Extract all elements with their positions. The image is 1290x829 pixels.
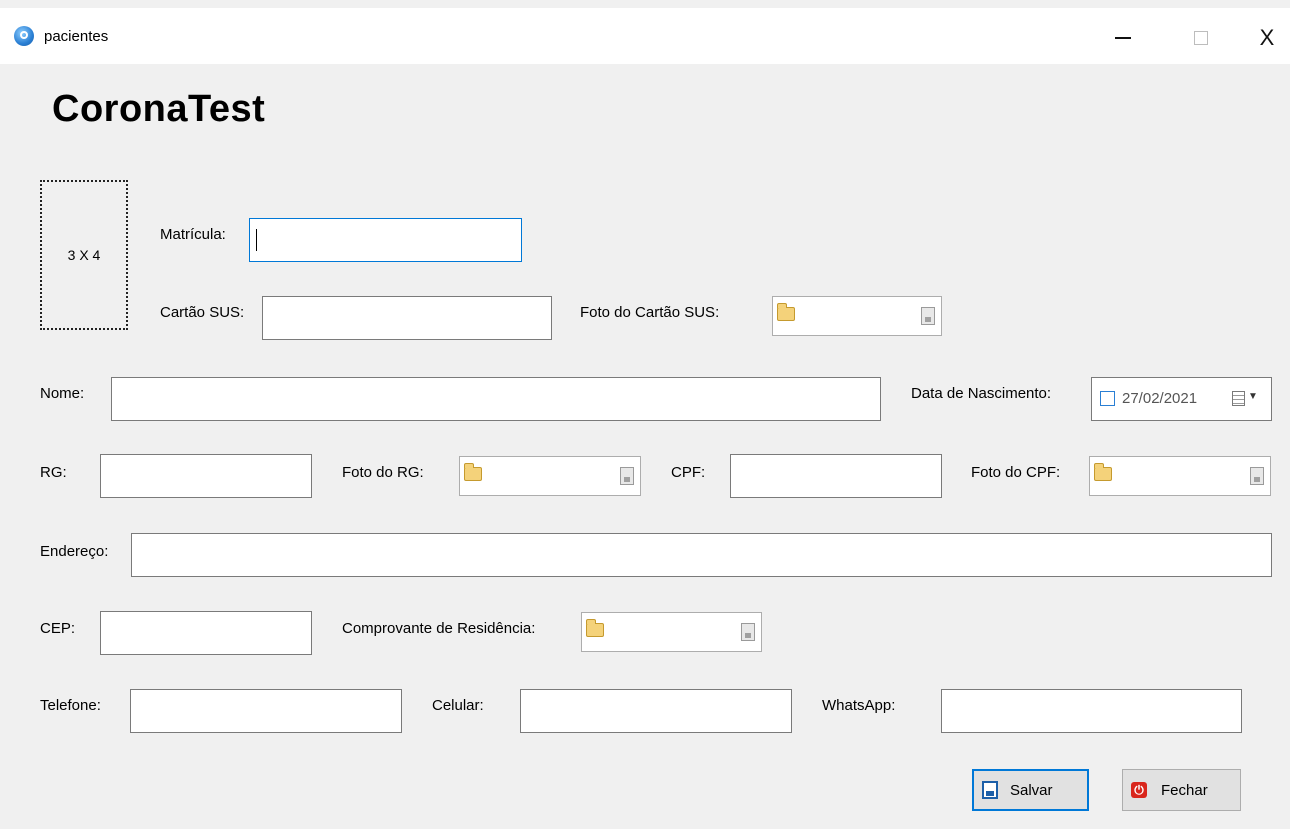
whatsapp-input[interactable] — [941, 689, 1242, 733]
data-nascimento-label: Data de Nascimento: — [911, 385, 1052, 402]
nome-label: Nome: — [40, 385, 85, 402]
matricula-input[interactable] — [249, 218, 522, 262]
telefone-label: Telefone: — [40, 697, 101, 714]
rg-input[interactable] — [100, 454, 312, 498]
cep-label: CEP: — [40, 620, 76, 637]
save-icon[interactable] — [741, 623, 755, 641]
brand-title: CoronaTest — [52, 88, 266, 130]
save-icon[interactable] — [1250, 467, 1264, 485]
title-bar: pacientes X — [0, 8, 1290, 64]
folder-icon[interactable] — [464, 463, 482, 481]
cpf-label: CPF: — [671, 464, 706, 481]
date-checkbox[interactable] — [1100, 391, 1115, 406]
minimize-button[interactable] — [1100, 18, 1146, 58]
celular-input[interactable] — [520, 689, 792, 733]
salvar-button[interactable]: Salvar — [972, 769, 1089, 811]
maximize-button[interactable] — [1178, 18, 1224, 58]
calendar-icon[interactable] — [1232, 391, 1245, 406]
foto-cartao-sus-picker[interactable] — [772, 296, 942, 336]
folder-icon[interactable] — [1094, 463, 1112, 481]
celular-label: Celular: — [432, 697, 484, 714]
fechar-button[interactable]: ⏻ Fechar — [1122, 769, 1241, 811]
comprovante-picker[interactable] — [581, 612, 762, 652]
chevron-down-icon[interactable]: ▼ — [1248, 391, 1258, 402]
nome-input[interactable] — [111, 377, 881, 421]
folder-icon[interactable] — [586, 619, 604, 637]
cpf-input[interactable] — [730, 454, 942, 498]
endereco-input[interactable] — [131, 533, 1272, 577]
foto-cartao-sus-label: Foto do Cartão SUS: — [580, 304, 720, 321]
fechar-label: Fechar — [1161, 781, 1208, 799]
matricula-label: Matrícula: — [160, 226, 226, 243]
foto-cpf-label: Foto do CPF: — [971, 464, 1061, 481]
endereco-label: Endereço: — [40, 543, 109, 560]
telefone-input[interactable] — [130, 689, 402, 733]
cep-input[interactable] — [100, 611, 312, 655]
cartao-sus-label: Cartão SUS: — [160, 304, 245, 321]
date-value: 27/02/2021 — [1122, 390, 1198, 407]
close-window-button[interactable]: X — [1244, 18, 1290, 58]
photo-size-label: 3 X 4 — [67, 247, 101, 263]
comprovante-label: Comprovante de Residência: — [342, 620, 536, 637]
data-nascimento-picker[interactable]: 27/02/2021 ▼ — [1091, 377, 1272, 421]
power-icon: ⏻ — [1131, 782, 1147, 798]
photo-placeholder[interactable]: 3 X 4 — [40, 180, 128, 330]
save-icon[interactable] — [921, 307, 935, 325]
whatsapp-label: WhatsApp: — [822, 697, 896, 714]
app-icon — [14, 26, 34, 46]
foto-rg-picker[interactable] — [459, 456, 641, 496]
window-title: pacientes — [44, 28, 109, 45]
save-icon — [982, 781, 998, 799]
foto-rg-label: Foto do RG: — [342, 464, 424, 481]
salvar-label: Salvar — [1010, 781, 1053, 799]
folder-icon[interactable] — [777, 303, 795, 321]
text-caret — [256, 229, 257, 251]
rg-label: RG: — [40, 464, 67, 481]
cartao-sus-input[interactable] — [262, 296, 552, 340]
foto-cpf-picker[interactable] — [1089, 456, 1271, 496]
save-icon[interactable] — [620, 467, 634, 485]
